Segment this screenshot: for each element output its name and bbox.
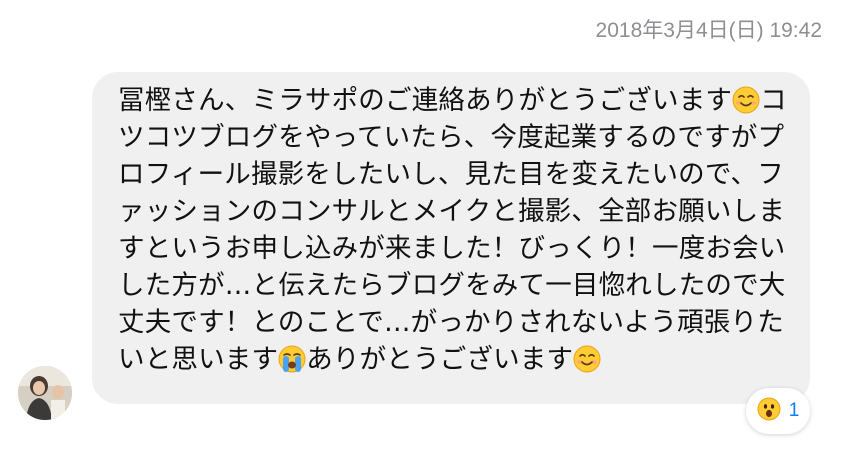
message-bubble[interactable]: 冨樫さん、ミラサポのご連絡ありがとうございます コツコツブログをやっていたら、今度… (92, 72, 810, 404)
message-text: 冨樫さん、ミラサポのご連絡ありがとうございます コツコツブログをやっていたら、今度… (118, 82, 790, 378)
message-timestamp: 2018年3月4日(日) 19:42 (595, 19, 822, 42)
message-segment: ありがとうございます (306, 344, 574, 375)
message-segment: 冨樫さん、ミラサポのご連絡ありがとうございます (118, 85, 733, 116)
smiling-face-icon (732, 86, 760, 114)
surprised-face-icon (757, 397, 781, 425)
crying-face-icon (278, 345, 306, 373)
message-segment: コツコツブログをやっていたら、今度起業するのですがプロフィール撮影をしたいし、見… (118, 85, 787, 375)
sender-avatar[interactable] (18, 366, 72, 420)
smiling-face-icon (573, 345, 601, 373)
reaction-count: 1 (788, 400, 800, 421)
reaction-badge[interactable]: 1 (746, 388, 810, 434)
